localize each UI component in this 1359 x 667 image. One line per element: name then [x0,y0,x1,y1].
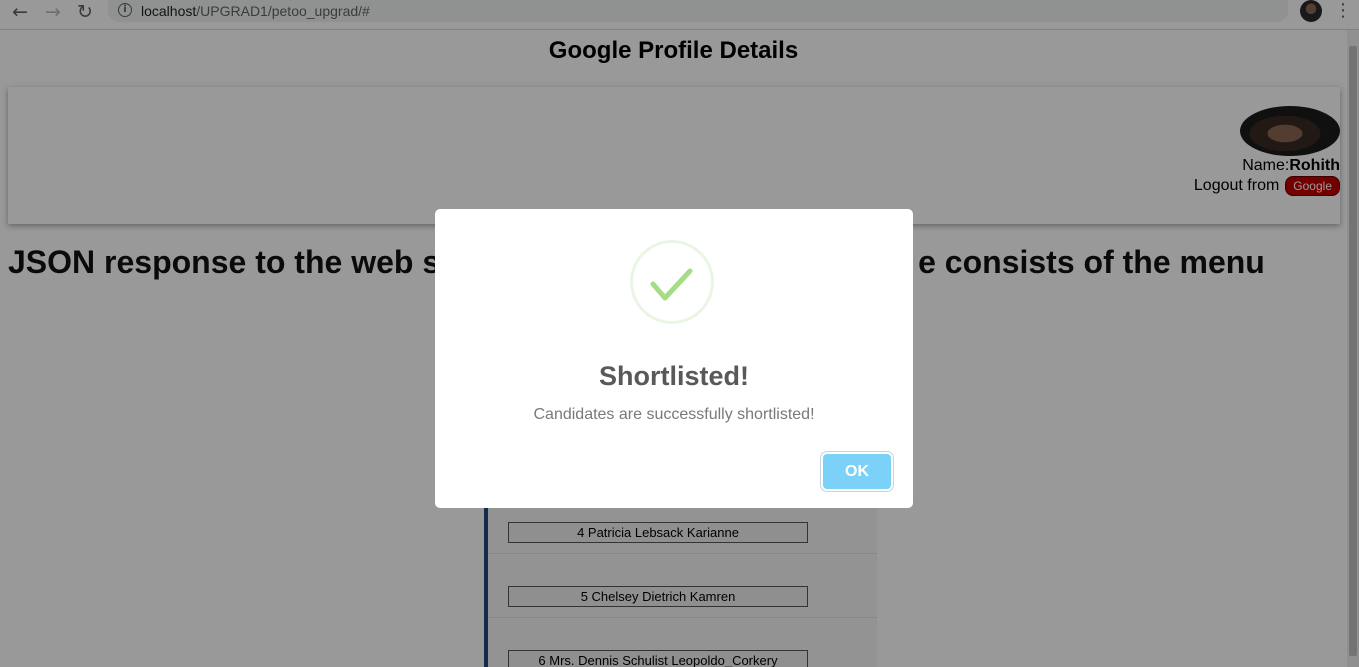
dialog-title: Shortlisted! [598,361,749,391]
success-check-icon [630,240,714,324]
success-dialog: Shortlisted! Candidates are successfully… [435,209,913,508]
dialog-message: Candidates are successfully shortlisted! [533,406,815,423]
ok-button[interactable]: OK [823,454,891,489]
